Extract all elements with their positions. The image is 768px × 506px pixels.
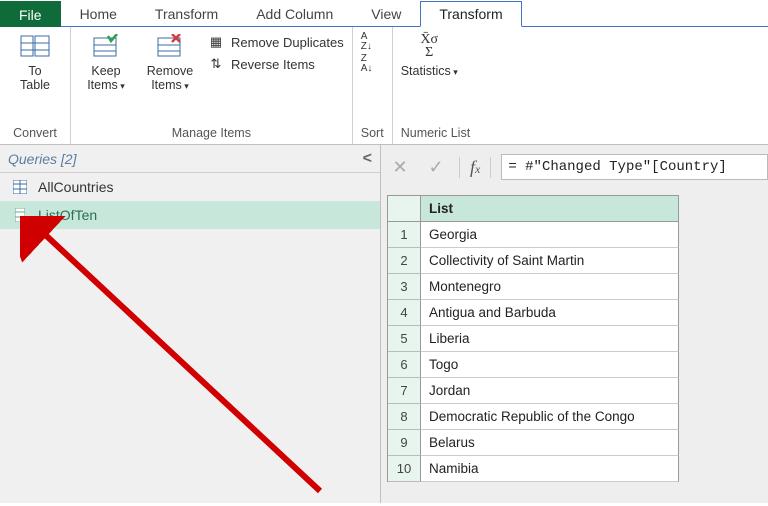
ribbon: To Table Convert Keep Items Remove Items…: [0, 27, 768, 145]
row-index[interactable]: 1: [388, 222, 421, 248]
list-cell[interactable]: Belarus: [421, 430, 679, 456]
list-cell[interactable]: Montenegro: [421, 274, 679, 300]
tab-list-transform[interactable]: Transform: [420, 1, 521, 27]
row-index[interactable]: 4: [388, 300, 421, 326]
list-cell[interactable]: Jordan: [421, 378, 679, 404]
collapse-caret-icon[interactable]: <: [363, 150, 372, 168]
row-index[interactable]: 3: [388, 274, 421, 300]
table-query-icon: [12, 180, 28, 194]
to-table-label: To Table: [20, 64, 50, 92]
group-sort: AZ↓ ZA↓ Sort: [353, 27, 393, 144]
tab-add-column[interactable]: Add Column: [237, 1, 352, 27]
queries-title: Queries [2]: [8, 151, 77, 167]
sort-descending-button[interactable]: ZA↓: [361, 53, 379, 75]
list-grid[interactable]: List 1Georgia 2Collectivity of Saint Mar…: [387, 195, 679, 482]
group-convert: To Table Convert: [0, 27, 71, 144]
list-cell[interactable]: Collectivity of Saint Martin: [421, 248, 679, 274]
query-item-label: AllCountries: [38, 179, 113, 195]
table-icon: [20, 31, 50, 61]
tab-file[interactable]: File: [0, 1, 61, 27]
group-convert-label: Convert: [8, 124, 62, 142]
reverse-items-button[interactable]: ⇅ Reverse Items: [207, 53, 344, 75]
row-index[interactable]: 6: [388, 352, 421, 378]
remove-items-label: Remove Items: [147, 64, 194, 93]
group-manage-items: Keep Items Remove Items ▦ Remove Duplica…: [71, 27, 353, 144]
query-item-label: ListOfTen: [38, 207, 97, 223]
row-index[interactable]: 5: [388, 326, 421, 352]
statistics-label: Statistics: [401, 64, 458, 79]
list-cell[interactable]: Togo: [421, 352, 679, 378]
sort-asc-icon: AZ↓: [361, 32, 379, 52]
reverse-items-icon: ⇅: [207, 56, 225, 72]
formula-commit-button[interactable]: ✓: [423, 154, 449, 180]
to-table-button[interactable]: To Table: [8, 31, 62, 92]
group-manage-label: Manage Items: [79, 124, 344, 142]
row-index[interactable]: 7: [388, 378, 421, 404]
reverse-items-label: Reverse Items: [231, 57, 315, 72]
preview-panel: ✕ ✓ fx List 1Georgia 2Collectivity of Sa…: [381, 145, 768, 503]
remove-duplicates-icon: ▦: [207, 34, 225, 50]
list-cell[interactable]: Liberia: [421, 326, 679, 352]
row-index[interactable]: 9: [388, 430, 421, 456]
statistics-icon: X̄σΣ: [420, 31, 438, 61]
queries-panel: Queries [2] < AllCountries ListOfTen: [0, 145, 381, 503]
statistics-button[interactable]: X̄σΣ Statistics: [401, 31, 458, 79]
group-numeric-list: X̄σΣ Statistics Numeric List: [393, 27, 478, 144]
tab-home[interactable]: Home: [61, 1, 136, 27]
list-cell[interactable]: Antigua and Barbuda: [421, 300, 679, 326]
list-cell[interactable]: Georgia: [421, 222, 679, 248]
formula-cancel-button[interactable]: ✕: [387, 154, 413, 180]
query-item-listoften[interactable]: ListOfTen: [0, 201, 380, 229]
sort-desc-icon: ZA↓: [361, 54, 379, 74]
remove-duplicates-button[interactable]: ▦ Remove Duplicates: [207, 31, 344, 53]
keep-items-button[interactable]: Keep Items: [79, 31, 133, 93]
group-numeric-label: Numeric List: [401, 124, 470, 142]
grid-corner[interactable]: [388, 196, 421, 222]
formula-input[interactable]: [501, 154, 768, 180]
sort-ascending-button[interactable]: AZ↓: [361, 31, 379, 53]
list-query-icon: [12, 208, 28, 222]
list-cell[interactable]: Namibia: [421, 456, 679, 482]
queries-header[interactable]: Queries [2] <: [0, 145, 380, 173]
ribbon-tabs: File Home Transform Add Column View Tran…: [0, 0, 768, 27]
work-area: Queries [2] < AllCountries ListOfTen ✕ ✓…: [0, 145, 768, 503]
list-cell[interactable]: Democratic Republic of the Congo: [421, 404, 679, 430]
keep-items-label: Keep Items: [87, 64, 125, 93]
remove-duplicates-label: Remove Duplicates: [231, 35, 344, 50]
keep-items-icon: [93, 31, 119, 61]
query-item-allcountries[interactable]: AllCountries: [0, 173, 380, 201]
group-sort-label: Sort: [361, 124, 384, 142]
column-header-list[interactable]: List: [421, 196, 679, 222]
tab-transform[interactable]: Transform: [136, 1, 237, 27]
remove-items-button[interactable]: Remove Items: [143, 31, 197, 93]
tab-view[interactable]: View: [352, 1, 420, 27]
fx-icon: fx: [459, 157, 491, 178]
remove-items-icon: [157, 31, 183, 61]
row-index[interactable]: 8: [388, 404, 421, 430]
formula-bar: ✕ ✓ fx: [387, 151, 768, 183]
row-index[interactable]: 2: [388, 248, 421, 274]
row-index[interactable]: 10: [388, 456, 421, 482]
